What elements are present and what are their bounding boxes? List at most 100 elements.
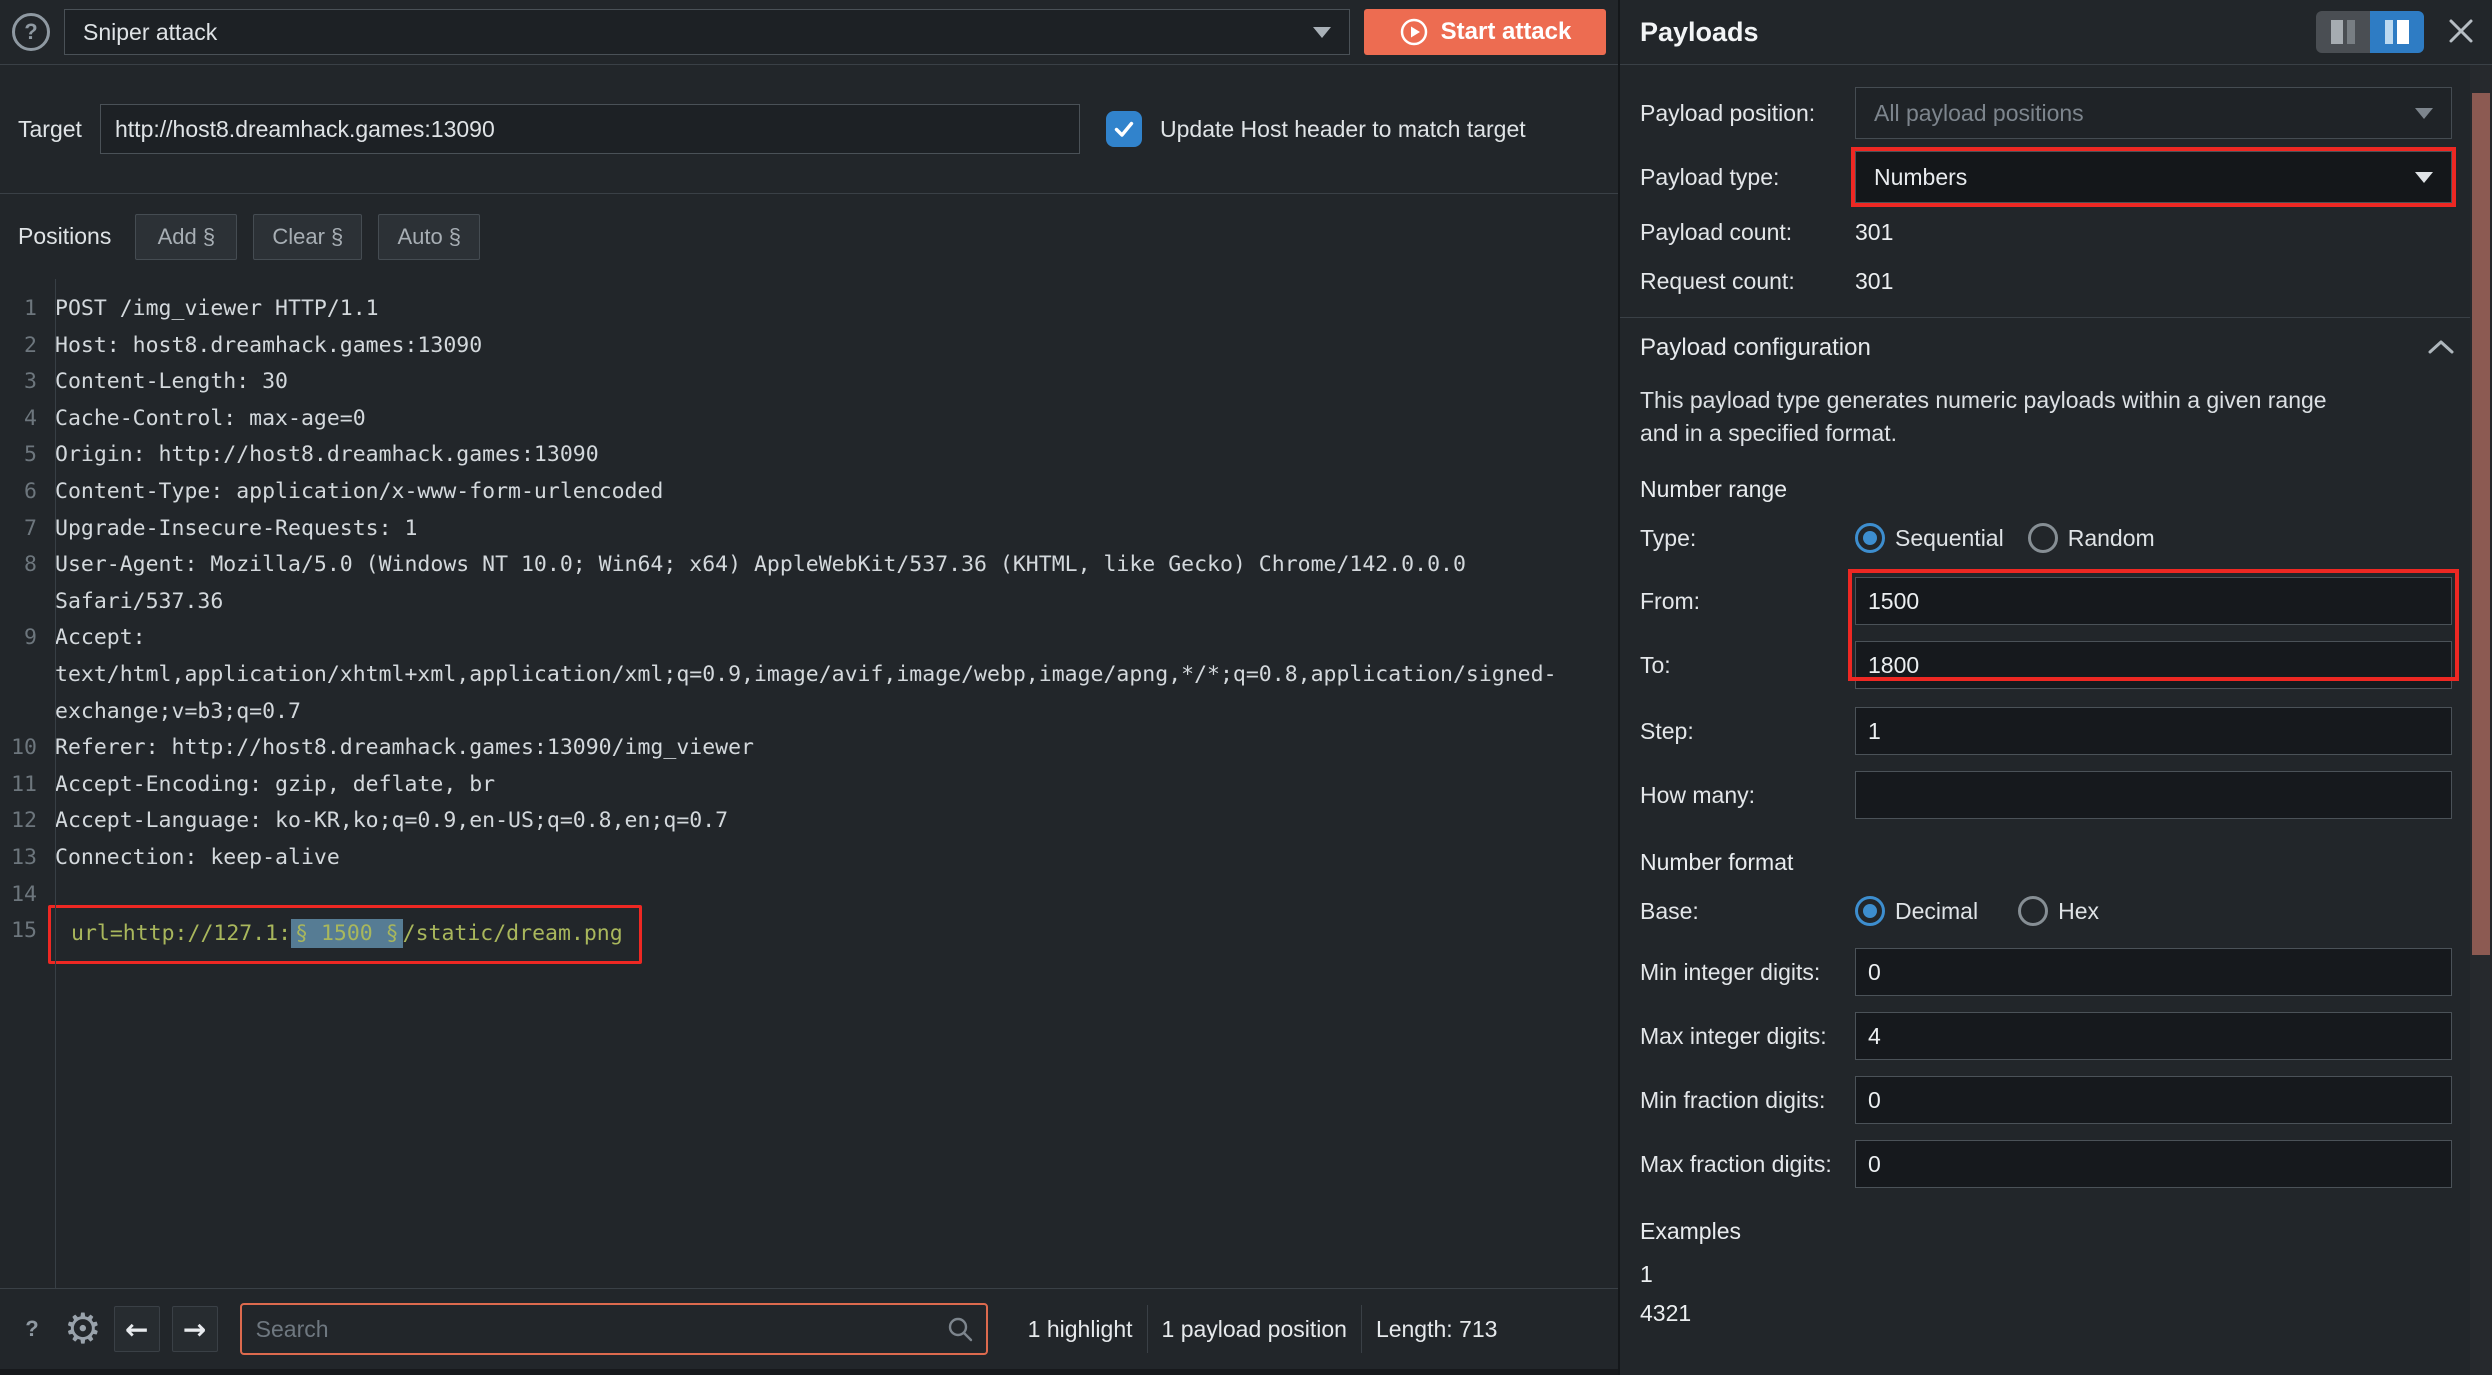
body-param-suffix: /static/dream.png	[403, 921, 623, 946]
payload-position-row: Payload position: All payload positions	[1640, 87, 2452, 139]
request-line: 15url=http://127.1:§ 1500 §/static/dream…	[0, 913, 1618, 956]
attack-type-dropdown[interactable]: Sniper attack	[64, 9, 1350, 55]
step-row: Step:	[1640, 707, 2452, 755]
max-integer-digits-input[interactable]	[1855, 1012, 2452, 1060]
request-line: 13Connection: keep-alive	[0, 840, 1618, 877]
request-line-text: Host: host8.dreamhack.games:13090	[55, 328, 482, 365]
divider	[1361, 1305, 1362, 1353]
examples-list: 1 4321	[1640, 1257, 2452, 1331]
side-panel-view-button[interactable]	[2370, 11, 2424, 53]
payload-position-label: Payload position:	[1640, 100, 1855, 127]
help-icon[interactable]: ?	[12, 13, 50, 51]
base-label: Base:	[1640, 898, 1855, 925]
line-number: 2	[0, 328, 46, 365]
step-label: Step:	[1640, 718, 1855, 745]
target-input[interactable]	[100, 104, 1080, 154]
request-editor[interactable]: 1POST /img_viewer HTTP/1.12Host: host8.d…	[0, 279, 1618, 1288]
request-count-value: 301	[1855, 268, 1893, 295]
line-number: 4	[0, 401, 46, 438]
scrollbar-thumb[interactable]	[2472, 93, 2490, 955]
radio-decimal[interactable]: Decimal	[1855, 896, 1978, 926]
add-marker-button[interactable]: Add §	[135, 214, 237, 260]
max-fraction-digits-input[interactable]	[1855, 1140, 2452, 1188]
request-line: 5Origin: http://host8.dreamhack.games:13…	[0, 437, 1618, 474]
payload-count-row: Payload count: 301	[1640, 219, 2452, 246]
target-label: Target	[18, 116, 100, 143]
update-host-checkbox[interactable]	[1106, 111, 1142, 147]
update-host-checkbox-wrap: Update Host header to match target	[1106, 111, 1526, 147]
body-param-prefix: url=http://127.1:	[71, 921, 291, 946]
length-indicator: Length: 713	[1376, 1316, 1498, 1343]
request-line: 4Cache-Control: max-age=0	[0, 401, 1618, 438]
from-to-group: From: To:	[1620, 577, 2470, 689]
from-label: From:	[1640, 588, 1855, 615]
base-radio-group: Decimal Hex	[1855, 896, 2452, 926]
chevron-down-icon	[2415, 172, 2433, 183]
request-line-text: Accept-Language: ko-KR,ko;q=0.9,en-US;q=…	[55, 803, 728, 840]
payload-count-label: Payload count:	[1640, 219, 1855, 246]
clear-marker-button[interactable]: Clear §	[253, 214, 362, 260]
window-edge	[0, 1369, 1618, 1375]
attack-type-value: Sniper attack	[83, 19, 217, 46]
to-input[interactable]	[1855, 641, 2452, 689]
start-attack-button[interactable]: Start attack	[1364, 9, 1606, 55]
intruder-attack-window: ? Sniper attack Start attack Target Upda…	[0, 0, 2492, 1375]
payload-type-label: Payload type:	[1640, 164, 1855, 191]
line-number: 12	[0, 803, 46, 840]
radio-icon	[1855, 523, 1885, 553]
search-wrap	[240, 1303, 988, 1355]
next-match-button[interactable]: →	[172, 1306, 218, 1352]
columns-icon	[2385, 20, 2393, 44]
step-input[interactable]	[1855, 707, 2452, 755]
type-label: Type:	[1640, 525, 1855, 552]
search-icon	[946, 1315, 974, 1349]
min-fraction-digits-label: Min fraction digits:	[1640, 1087, 1855, 1114]
attack-topbar: ? Sniper attack Start attack	[0, 0, 1618, 64]
radio-sequential[interactable]: Sequential	[1855, 523, 2004, 553]
close-icon[interactable]	[2440, 10, 2482, 55]
from-input[interactable]	[1855, 577, 2452, 625]
how-many-row: How many:	[1640, 771, 2452, 819]
radio-hex[interactable]: Hex	[2018, 896, 2099, 926]
line-number: 15	[0, 913, 46, 950]
highlight-count: 1 highlight	[1028, 1316, 1133, 1343]
prev-match-button[interactable]: ←	[114, 1306, 160, 1352]
max-fraction-digits-row: Max fraction digits:	[1640, 1140, 2452, 1188]
line-number: 1	[0, 291, 46, 328]
request-line-text: Cache-Control: max-age=0	[55, 401, 366, 438]
line-number: 8	[0, 547, 46, 584]
auto-marker-button[interactable]: Auto §	[378, 214, 480, 260]
search-input[interactable]	[240, 1303, 988, 1355]
payloads-body: Payload position: All payload positions …	[1620, 65, 2492, 1375]
chevron-down-icon	[1313, 27, 1331, 38]
payload-position-marker[interactable]: § 1500 §	[291, 919, 403, 948]
payload-configuration-header[interactable]: Payload configuration	[1620, 318, 2470, 378]
request-body-line: url=http://127.1:§ 1500 §/static/dream.p…	[55, 913, 642, 956]
help-icon[interactable]: ?	[12, 1309, 52, 1349]
line-number: 11	[0, 767, 46, 804]
arrow-right-icon: →	[183, 1313, 206, 1346]
payload-position-dropdown: All payload positions	[1855, 87, 2452, 139]
how-many-input[interactable]	[1855, 771, 2452, 819]
max-integer-digits-row: Max integer digits:	[1640, 1012, 2452, 1060]
from-row: From:	[1640, 577, 2452, 625]
payloads-title: Payloads	[1640, 17, 2316, 48]
request-line: 9Accept: text/html,application/xhtml+xml…	[0, 620, 1618, 730]
radio-random[interactable]: Random	[2028, 523, 2155, 553]
base-row: Base: Decimal Hex	[1640, 896, 2452, 926]
request-line: 1POST /img_viewer HTTP/1.1	[0, 291, 1618, 328]
split-view-button[interactable]	[2316, 11, 2370, 53]
chevron-up-icon[interactable]	[2426, 335, 2456, 362]
payload-type-dropdown[interactable]: Numbers	[1855, 151, 2452, 203]
request-line-text: Connection: keep-alive	[55, 840, 340, 877]
request-line: 6Content-Type: application/x-www-form-ur…	[0, 474, 1618, 511]
scrollbar[interactable]	[2470, 65, 2492, 1375]
min-fraction-digits-input[interactable]	[1855, 1076, 2452, 1124]
min-integer-digits-input[interactable]	[1855, 948, 2452, 996]
status-counters: 1 highlight 1 payload position Length: 7…	[1028, 1305, 1498, 1353]
examples-heading: Examples	[1640, 1218, 2452, 1245]
request-line: 3Content-Length: 30	[0, 364, 1618, 401]
example-value: 1	[1640, 1257, 2452, 1292]
gear-icon[interactable]: ⚙	[64, 1308, 102, 1350]
request-line-text: User-Agent: Mozilla/5.0 (Windows NT 10.0…	[55, 547, 1561, 620]
